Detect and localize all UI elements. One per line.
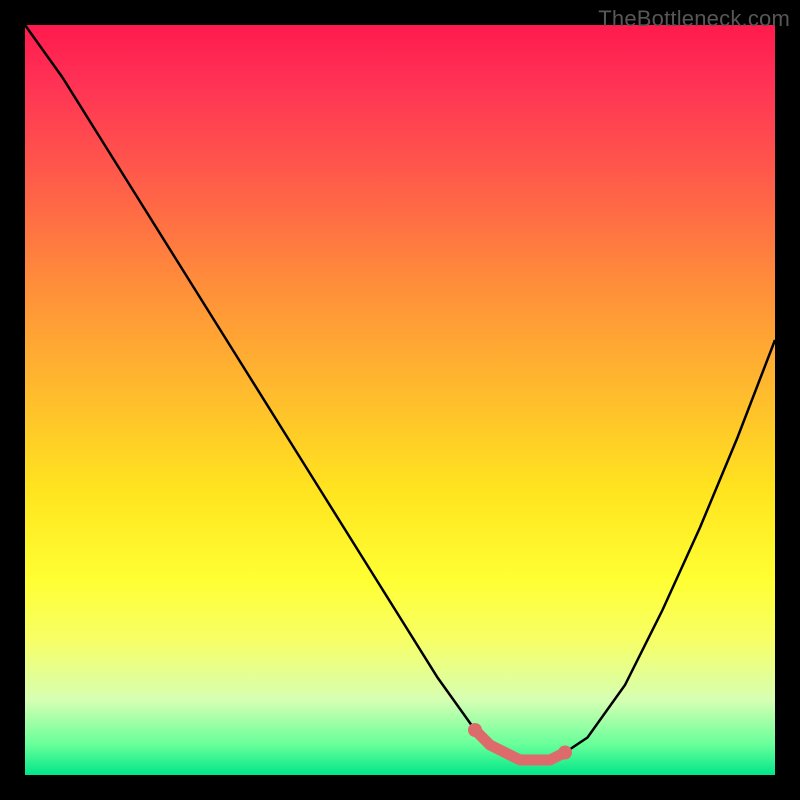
chart-svg — [25, 25, 775, 775]
attribution-text: TheBottleneck.com — [598, 6, 790, 32]
optimal-range-band — [475, 730, 565, 760]
chart-container: TheBottleneck.com — [0, 0, 800, 800]
plot-area — [25, 25, 775, 775]
bottleneck-curve — [25, 25, 775, 760]
optimal-range-start-dot — [468, 723, 482, 737]
optimal-range-end-dot — [558, 746, 572, 760]
